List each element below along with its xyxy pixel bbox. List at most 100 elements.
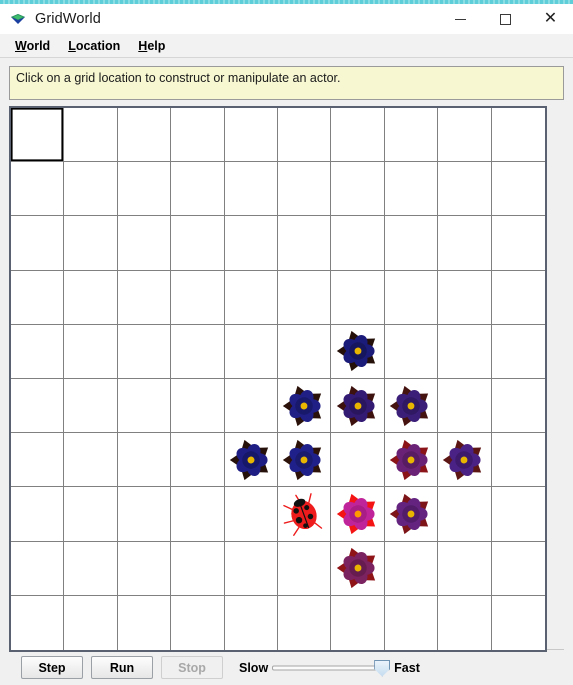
grid-cell-6-2[interactable] [117, 433, 172, 488]
grid-cell-5-7[interactable] [384, 379, 439, 434]
minimize-button[interactable] [438, 4, 483, 34]
grid-cell-1-0[interactable] [11, 162, 65, 217]
grid-cell-5-5[interactable] [278, 379, 332, 434]
grid-cell-6-0[interactable] [11, 433, 65, 488]
grid-cell-2-7[interactable] [384, 216, 439, 271]
grid-cell-4-8[interactable] [438, 324, 492, 379]
grid-cell-6-8[interactable] [438, 433, 492, 488]
grid-cell-9-8[interactable] [438, 595, 492, 650]
grid-cell-7-8[interactable] [438, 487, 492, 542]
grid-cell-8-9[interactable] [491, 542, 545, 596]
grid-cell-6-1[interactable] [64, 433, 118, 488]
grid-cell-9-9[interactable] [492, 596, 545, 650]
menu-world[interactable]: World [7, 36, 58, 56]
grid-cell-8-6[interactable] [331, 541, 385, 596]
grid-cell-7-6[interactable] [331, 487, 385, 542]
grid-cell-9-6[interactable] [331, 595, 385, 650]
grid-cell-7-7[interactable] [384, 487, 439, 542]
menu-help[interactable]: Help [130, 36, 173, 56]
grid-cell-7-4[interactable] [224, 487, 278, 542]
grid-cell-4-3[interactable] [171, 324, 225, 379]
grid-cell-6-5[interactable] [278, 433, 332, 488]
grid-cell-8-2[interactable] [117, 541, 172, 596]
grid-cell-3-6[interactable] [331, 270, 385, 325]
grid-cell-6-3[interactable] [171, 433, 225, 488]
grid-cell-7-1[interactable] [64, 487, 118, 542]
grid-cell-0-8[interactable] [438, 108, 492, 163]
grid-cell-2-6[interactable] [331, 216, 385, 271]
grid-cell-0-1[interactable] [64, 108, 118, 163]
grid-cell-3-5[interactable] [278, 270, 332, 325]
grid-cell-0-7[interactable] [384, 108, 439, 163]
grid-cell-2-8[interactable] [438, 216, 492, 271]
grid-cell-9-2[interactable] [118, 595, 172, 650]
step-button[interactable]: Step [21, 656, 83, 679]
speed-slider[interactable] [272, 659, 391, 677]
grid-panel[interactable] [9, 106, 547, 652]
grid-cell-3-1[interactable] [64, 270, 118, 325]
grid-cell-selected-0-0[interactable] [11, 108, 65, 163]
grid-cell-5-3[interactable] [171, 379, 225, 434]
grid-cell-5-9[interactable] [491, 379, 545, 434]
grid-cell-4-0[interactable] [11, 324, 65, 379]
grid-cell-1-8[interactable] [438, 162, 492, 217]
stop-button[interactable]: Stop [161, 656, 223, 679]
grid-cell-4-2[interactable] [117, 324, 172, 379]
grid-cell-2-5[interactable] [278, 216, 332, 271]
grid-cell-7-5[interactable] [278, 487, 332, 542]
grid-cell-6-4[interactable] [224, 433, 278, 488]
grid-cell-1-1[interactable] [64, 162, 118, 217]
grid-cell-4-4[interactable] [224, 324, 278, 379]
grid-cell-5-1[interactable] [64, 379, 118, 434]
menu-location[interactable]: Location [60, 36, 128, 56]
grid-cell-5-4[interactable] [224, 379, 278, 434]
grid-cell-0-5[interactable] [278, 108, 332, 163]
grid-cell-6-7[interactable] [384, 433, 439, 488]
grid-cell-5-6[interactable] [331, 379, 385, 434]
grid-cell-5-2[interactable] [117, 379, 172, 434]
grid-cell-8-8[interactable] [438, 541, 492, 596]
grid-cell-1-7[interactable] [384, 162, 439, 217]
grid-cell-8-7[interactable] [384, 541, 439, 596]
grid-cell-8-3[interactable] [171, 541, 225, 596]
grid-cell-9-7[interactable] [385, 595, 439, 650]
grid-cell-1-3[interactable] [171, 162, 225, 217]
grid-cell-5-8[interactable] [438, 379, 492, 434]
grid-cell-6-6[interactable] [331, 433, 385, 488]
grid-cell-8-5[interactable] [278, 541, 332, 596]
grid-cell-3-4[interactable] [224, 270, 278, 325]
grid-cell-0-2[interactable] [117, 108, 172, 163]
grid-cell-3-9[interactable] [491, 271, 545, 325]
grid-cell-7-0[interactable] [11, 487, 65, 542]
grid-cell-2-9[interactable] [491, 216, 545, 271]
grid-cell-4-9[interactable] [491, 325, 545, 379]
grid-cell-0-4[interactable] [224, 108, 278, 163]
grid-cell-7-9[interactable] [491, 487, 545, 542]
grid-cell-2-2[interactable] [117, 216, 172, 271]
grid-cell-1-2[interactable] [117, 162, 172, 217]
grid-cell-1-6[interactable] [331, 162, 385, 217]
grid-cell-1-5[interactable] [278, 162, 332, 217]
maximize-button[interactable] [483, 4, 528, 34]
grid-cell-2-0[interactable] [11, 216, 65, 271]
grid-cell-3-2[interactable] [117, 270, 172, 325]
world-grid[interactable] [11, 108, 545, 650]
grid-cell-0-3[interactable] [171, 108, 225, 163]
grid-cell-7-3[interactable] [171, 487, 225, 542]
grid-cell-7-2[interactable] [117, 487, 172, 542]
grid-cell-9-0[interactable] [11, 595, 65, 650]
run-button[interactable]: Run [91, 656, 153, 679]
grid-cell-2-1[interactable] [64, 216, 118, 271]
grid-cell-9-5[interactable] [278, 595, 332, 650]
grid-cell-3-0[interactable] [11, 270, 65, 325]
grid-cell-6-9[interactable] [491, 433, 545, 488]
grid-cell-2-4[interactable] [224, 216, 278, 271]
grid-cell-0-6[interactable] [331, 108, 385, 163]
grid-cell-9-1[interactable] [64, 595, 118, 650]
grid-cell-1-4[interactable] [224, 162, 278, 217]
grid-cell-1-9[interactable] [491, 162, 545, 217]
grid-cell-8-4[interactable] [224, 541, 278, 596]
grid-cell-3-8[interactable] [438, 270, 492, 325]
grid-cell-4-1[interactable] [64, 324, 118, 379]
grid-cell-8-0[interactable] [11, 541, 65, 596]
